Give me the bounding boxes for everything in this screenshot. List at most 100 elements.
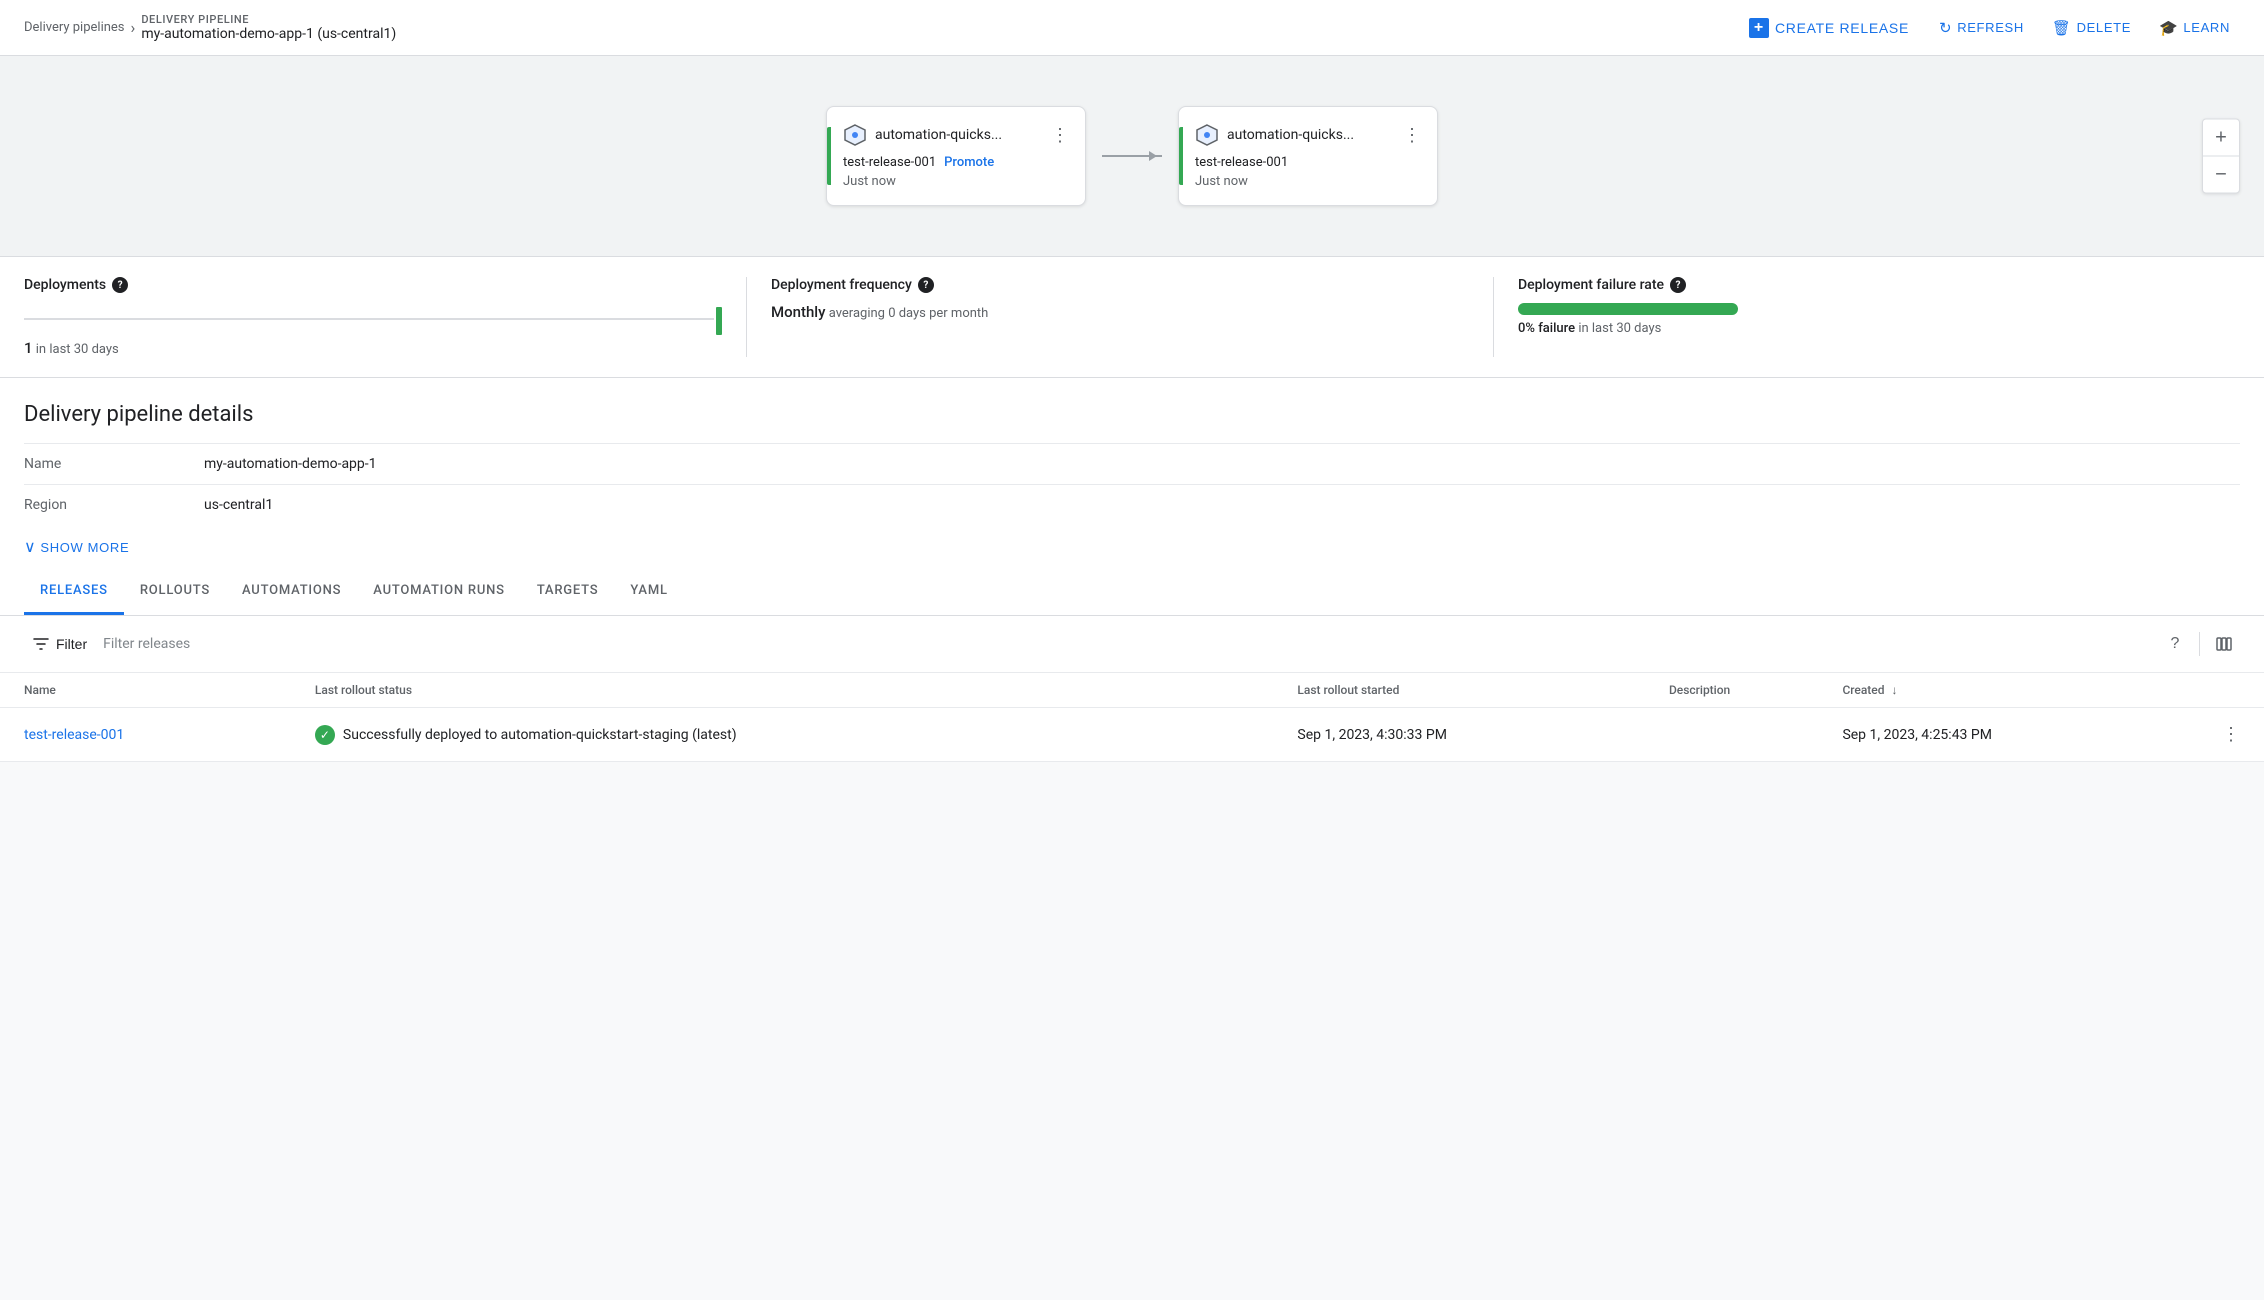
column-divider	[2199, 632, 2200, 656]
col-rollout-status: Last rollout status	[315, 673, 1297, 708]
node-1-time: Just now	[843, 174, 1069, 189]
learn-icon: 🎓	[2159, 19, 2178, 37]
refresh-button[interactable]: ↻ REFRESH	[1929, 11, 2034, 45]
node-2-header: automation-quicks... ⋮	[1195, 123, 1421, 147]
details-row-region: Region us-central1	[24, 485, 2240, 526]
frequency-metric: Deployment frequency ? Monthly averaging…	[747, 277, 1494, 357]
chevron-down-icon: ∨	[24, 537, 36, 557]
node-2-release-row: test-release-001	[1195, 155, 1421, 170]
deploy-empty-bar	[24, 318, 714, 320]
tab-automations[interactable]: AUTOMATIONS	[226, 569, 357, 615]
details-name-label: Name	[24, 444, 204, 485]
failure-pct: 0% failure	[1518, 321, 1575, 336]
node-2-more-button[interactable]: ⋮	[1403, 125, 1421, 146]
node-2-gke-icon	[1195, 123, 1219, 147]
description-cell	[1669, 708, 1843, 762]
tab-rollouts[interactable]: ROLLOUTS	[124, 569, 226, 615]
filter-right: ?	[2159, 628, 2240, 660]
failure-label-text: Deployment failure rate	[1518, 277, 1664, 293]
details-region-value: us-central1	[204, 485, 2240, 526]
breadcrumb-section-label: DELIVERY PIPELINE	[141, 13, 396, 26]
deployments-viz	[24, 303, 722, 335]
top-bar: Delivery pipelines › DELIVERY PIPELINE m…	[0, 0, 2264, 56]
pipeline-arrow	[1086, 155, 1178, 157]
node-2-time: Just now	[1195, 174, 1421, 189]
deploy-active-bar	[716, 307, 722, 335]
release-name-cell: test-release-001	[0, 708, 315, 762]
node-1-release-row: test-release-001 Promote	[843, 155, 1069, 170]
create-release-button[interactable]: + CREATE RELEASE	[1737, 10, 1921, 46]
col-rollout-started: Last rollout started	[1297, 673, 1669, 708]
status-check-icon: ✓	[315, 725, 335, 745]
tabs-bar: RELEASES ROLLOUTS AUTOMATIONS AUTOMATION…	[0, 569, 2264, 616]
node-1-title-row: automation-quicks...	[843, 123, 1002, 147]
tab-automation-runs[interactable]: AUTOMATION RUNS	[357, 569, 521, 615]
node-1-name: automation-quicks...	[875, 127, 1002, 143]
column-options-icon	[2215, 635, 2233, 653]
col-name: Name	[0, 673, 315, 708]
create-release-icon: +	[1749, 18, 1769, 38]
top-actions: + CREATE RELEASE ↻ REFRESH 🗑 DELETE 🎓 LE…	[1737, 10, 2240, 46]
row-actions-cell: ⋮	[2214, 708, 2264, 762]
rollout-started-cell: Sep 1, 2023, 4:30:33 PM	[1297, 708, 1669, 762]
node-2-title-row: automation-quicks...	[1195, 123, 1354, 147]
node-1-promote-link[interactable]: Promote	[944, 155, 994, 170]
failure-label: Deployment failure rate ?	[1518, 277, 2216, 293]
details-title: Delivery pipeline details	[24, 402, 2240, 427]
metrics-row: Deployments ? 1 in last 30 days Deployme…	[0, 256, 2264, 378]
failure-sub: in last 30 days	[1578, 321, 1661, 336]
tab-yaml[interactable]: YAML	[614, 569, 683, 615]
zoom-in-button[interactable]: +	[2203, 120, 2239, 156]
zoom-out-button[interactable]: −	[2203, 157, 2239, 193]
filter-button[interactable]: Filter	[24, 631, 95, 657]
refresh-label: REFRESH	[1957, 20, 2024, 35]
col-actions	[2214, 673, 2264, 708]
show-more-button[interactable]: ∨ SHOW MORE	[24, 525, 129, 569]
column-options-button[interactable]	[2208, 628, 2240, 660]
deployments-period: in last 30 days	[36, 342, 119, 357]
node-1-gke-icon	[843, 123, 867, 147]
delete-button[interactable]: 🗑 DELETE	[2042, 11, 2141, 45]
deployments-value-row: 1 in last 30 days	[24, 339, 722, 357]
node-1-more-button[interactable]: ⋮	[1051, 125, 1069, 146]
table-header-row: Name Last rollout status Last rollout st…	[0, 673, 2264, 708]
pipeline-area: automation-quicks... ⋮ test-release-001 …	[0, 56, 2264, 256]
failure-metric: Deployment failure rate ? 0% failure in …	[1494, 277, 2240, 357]
release-name-link[interactable]: test-release-001	[24, 727, 124, 743]
learn-button[interactable]: 🎓 LEARN	[2149, 11, 2240, 45]
failure-progress-bar	[1518, 303, 1738, 315]
failure-value-row: 0% failure in last 30 days	[1518, 321, 2216, 336]
details-row-name: Name my-automation-demo-app-1	[24, 444, 2240, 485]
node-2-release: test-release-001	[1195, 155, 1288, 170]
deployments-metric: Deployments ? 1 in last 30 days	[24, 277, 747, 357]
rollout-status-text: Successfully deployed to automation-quic…	[343, 727, 737, 743]
pipeline-node-1: automation-quicks... ⋮ test-release-001 …	[826, 106, 1086, 206]
filter-row: Filter Filter releases ?	[0, 616, 2264, 673]
details-section: Delivery pipeline details Name my-automa…	[0, 378, 2264, 569]
deployments-help-icon[interactable]: ?	[112, 277, 128, 293]
row-more-button[interactable]: ⋮	[2214, 720, 2248, 749]
filter-help-button[interactable]: ?	[2159, 628, 2191, 660]
frequency-help-icon[interactable]: ?	[918, 277, 934, 293]
created-cell: Sep 1, 2023, 4:25:43 PM	[1842, 708, 2214, 762]
breadcrumb-chevron-icon: ›	[131, 18, 136, 37]
failure-help-icon[interactable]: ?	[1670, 277, 1686, 293]
frequency-label-text: Deployment frequency	[771, 277, 912, 293]
filter-icon	[32, 635, 50, 653]
frequency-sub: averaging 0 days per month	[829, 306, 989, 321]
deployments-count: 1	[24, 339, 33, 357]
tab-releases[interactable]: RELEASES	[24, 569, 124, 615]
create-release-label: CREATE RELEASE	[1775, 20, 1909, 36]
refresh-icon: ↻	[1939, 19, 1952, 37]
frequency-value: Monthly	[771, 303, 825, 321]
filter-label: Filter	[56, 636, 87, 652]
node-1-release: test-release-001	[843, 155, 936, 170]
breadcrumb-link[interactable]: Delivery pipelines	[24, 20, 125, 35]
col-created[interactable]: Created ↓	[1842, 673, 2214, 708]
pipeline-node-2: automation-quicks... ⋮ test-release-001 …	[1178, 106, 1438, 206]
arrow-line	[1102, 155, 1162, 157]
tab-targets[interactable]: TARGETS	[521, 569, 615, 615]
details-table: Name my-automation-demo-app-1 Region us-…	[24, 443, 2240, 525]
breadcrumb-current: DELIVERY PIPELINE my-automation-demo-app…	[141, 13, 396, 42]
pipeline-nodes: automation-quicks... ⋮ test-release-001 …	[826, 106, 1438, 206]
